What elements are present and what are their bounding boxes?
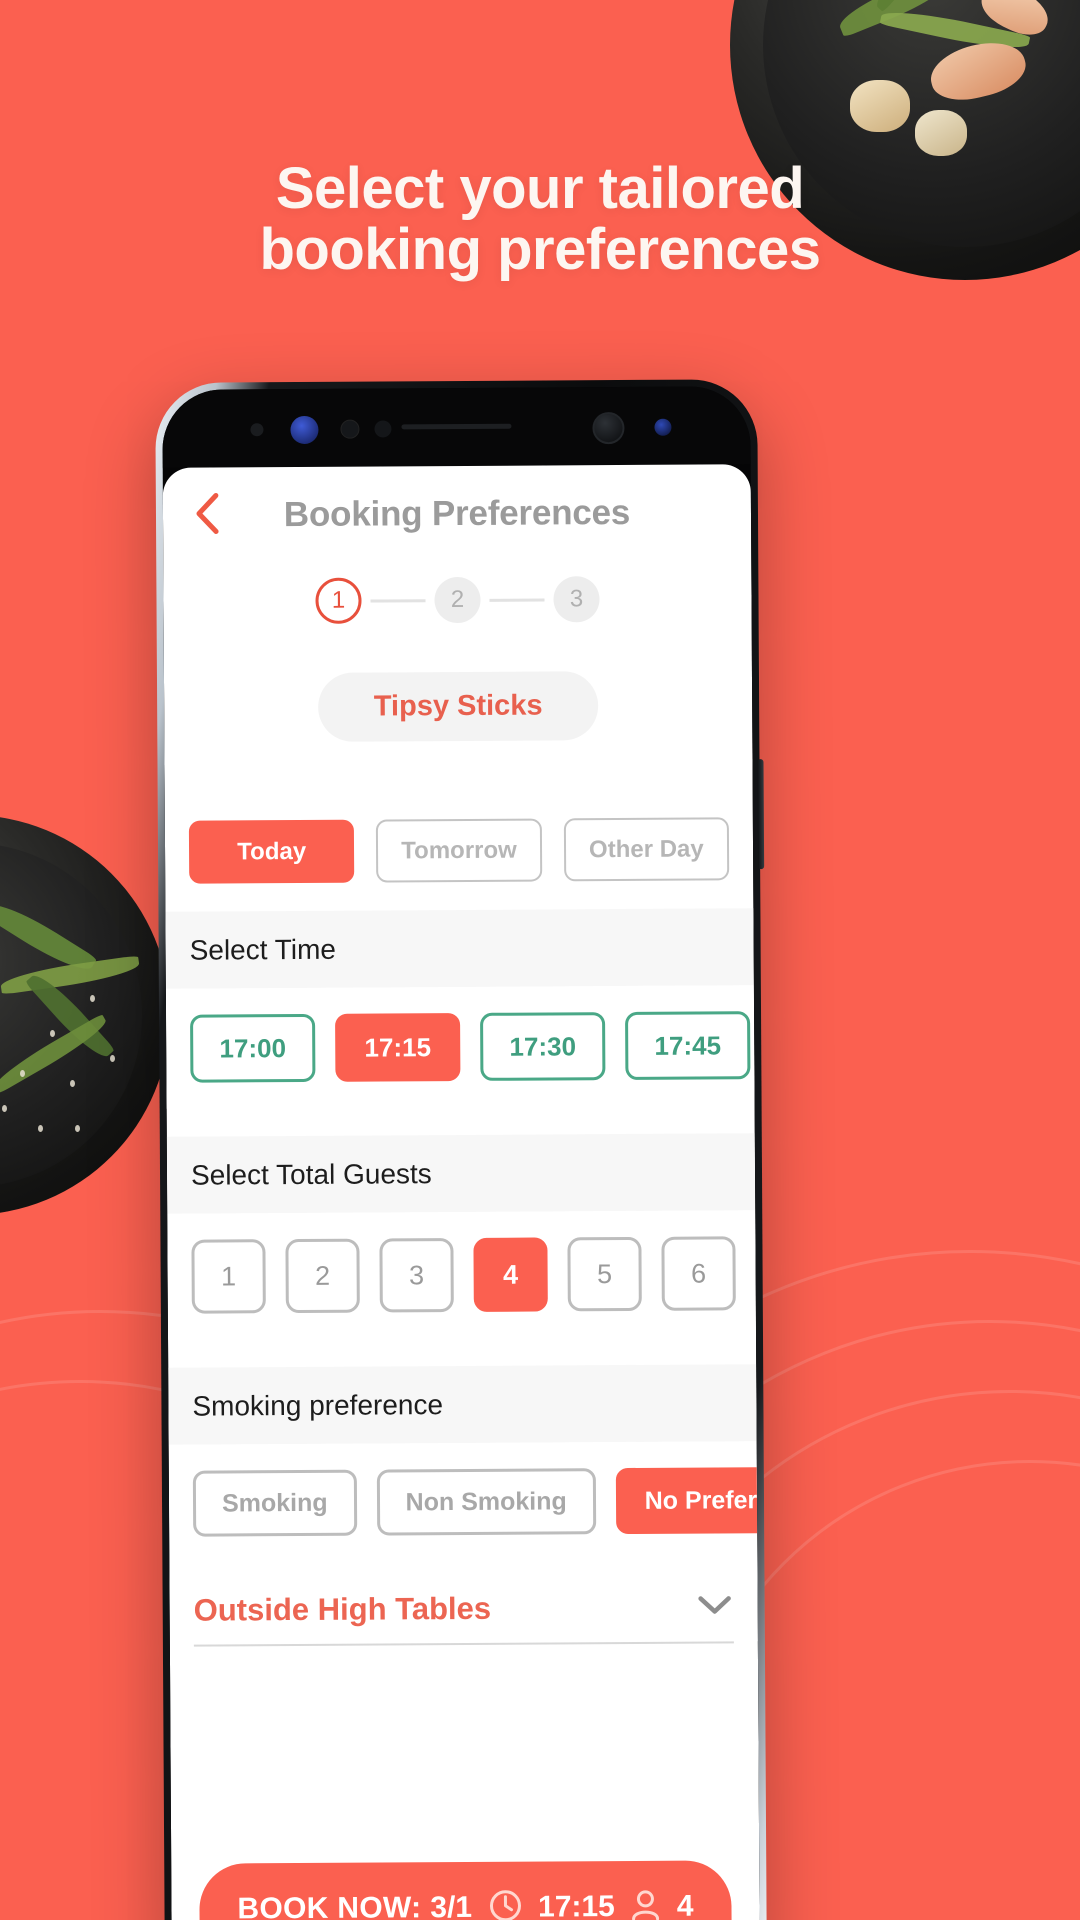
smoking-preference-row[interactable]: Smoking Non Smoking No Preference <box>168 1441 758 1563</box>
day-option-tomorrow[interactable]: Tomorrow <box>376 818 542 883</box>
stepper-step-1[interactable]: 1 <box>315 577 362 624</box>
time-slot-1715[interactable]: 17:15 <box>335 1013 461 1082</box>
stepper-step-3-label: 3 <box>569 585 584 613</box>
guest-count-5-label: 5 <box>597 1258 613 1289</box>
smoking-option-smoking-label: Smoking <box>221 1488 328 1517</box>
camera-flash-icon <box>654 418 672 436</box>
guest-count-3-label: 3 <box>409 1259 425 1290</box>
stepper-step-1-label: 1 <box>331 586 346 614</box>
phone-side-button[interactable] <box>757 759 765 870</box>
smoking-option-non-smoking-label: Non Smoking <box>405 1486 567 1516</box>
guest-count-4[interactable]: 4 <box>473 1237 548 1312</box>
time-slot-1700[interactable]: 17:00 <box>190 1013 316 1083</box>
day-option-other-day-label: Other Day <box>588 835 704 863</box>
time-slot-row[interactable]: 17:00 17:15 17:30 17:45 18:00 <box>165 985 755 1109</box>
guest-count-7[interactable]: 7 <box>755 1235 757 1311</box>
time-slot-1700-label: 17:00 <box>219 1032 287 1063</box>
book-now-label: BOOK NOW: <box>237 1891 422 1920</box>
book-now-date: 3/1 <box>430 1890 473 1920</box>
app-bar: Booking Preferences <box>163 464 752 564</box>
select-guests-header: Select Total Guests <box>166 1133 756 1214</box>
app-screen: Booking Preferences 1 2 3 Tipsy Sticks T… <box>162 464 760 1920</box>
stepper-step-3[interactable]: 3 <box>553 576 600 623</box>
smoking-option-non-smoking[interactable]: Non Smoking <box>376 1468 596 1536</box>
day-option-tomorrow-label: Tomorrow <box>401 836 517 864</box>
page-title: Booking Preferences <box>283 492 631 535</box>
day-option-other-day[interactable]: Other Day <box>563 817 730 882</box>
guest-count-6[interactable]: 6 <box>661 1236 736 1311</box>
time-slot-1715-label: 17:15 <box>364 1031 432 1063</box>
time-slot-1730-label: 17:30 <box>509 1030 577 1062</box>
day-option-today[interactable]: Today <box>188 819 355 884</box>
promo-headline-line1: Select your tailored <box>275 156 805 221</box>
book-now-time: 17:15 <box>537 1890 615 1920</box>
phone-notch-area <box>162 386 751 468</box>
light-sensor-icon <box>340 419 360 439</box>
guest-count-2-label: 2 <box>315 1260 331 1291</box>
person-icon <box>631 1887 661 1920</box>
smoking-preference-title: Smoking preference <box>192 1389 444 1422</box>
book-now-summary: 3/1 17:15 4 <box>430 1887 694 1920</box>
chevron-left-icon <box>194 492 220 539</box>
day-selector: Today Tomorrow Other Day <box>165 817 753 884</box>
promo-screenshot: Select your tailored booking preferences <box>0 0 1080 1920</box>
stepper-connector <box>489 597 545 602</box>
select-time-title: Select Time <box>189 933 337 966</box>
time-slot-1745-label: 17:45 <box>654 1029 722 1061</box>
select-guests-title: Select Total Guests <box>190 1158 432 1191</box>
smoking-option-smoking[interactable]: Smoking <box>192 1469 357 1537</box>
stepper-step-2-label: 2 <box>450 585 465 614</box>
earpiece-speaker <box>401 423 512 430</box>
promo-headline-line2: booking preferences <box>259 217 821 283</box>
book-now-button[interactable]: BOOK NOW: 3/1 17:15 4 <box>199 1860 732 1920</box>
phone-mockup: Booking Preferences 1 2 3 Tipsy Sticks T… <box>155 379 767 1920</box>
guest-count-4-label: 4 <box>503 1259 519 1290</box>
secondary-sensor-icon <box>374 420 392 438</box>
progress-stepper: 1 2 3 <box>163 560 751 640</box>
iris-scanner-icon <box>290 415 319 445</box>
venue-name-label: Tipsy Sticks <box>373 689 543 723</box>
food-plate-image <box>0 815 170 1215</box>
guest-count-2[interactable]: 2 <box>285 1238 360 1314</box>
front-camera-icon <box>592 411 625 445</box>
promo-headline: Select your tailored booking preferences <box>0 158 1080 281</box>
back-button[interactable] <box>185 492 229 539</box>
stepper-step-2[interactable]: 2 <box>434 576 481 624</box>
guest-count-6-label: 6 <box>691 1258 707 1289</box>
chevron-down-icon[interactable] <box>698 1594 732 1621</box>
smoking-option-no-preference[interactable]: No Preference <box>615 1466 758 1535</box>
phone-bezel: Booking Preferences 1 2 3 Tipsy Sticks T… <box>162 386 760 1920</box>
guest-count-1-label: 1 <box>221 1260 237 1291</box>
guest-count-3[interactable]: 3 <box>379 1238 454 1313</box>
stepper-connector <box>370 598 426 603</box>
select-time-header: Select Time <box>165 908 754 989</box>
venue-name-pill[interactable]: Tipsy Sticks <box>317 671 599 742</box>
clock-icon <box>488 1888 522 1920</box>
area-title: Outside High Tables <box>193 1590 492 1628</box>
time-slot-1745[interactable]: 17:45 <box>625 1011 751 1080</box>
guest-count-5[interactable]: 5 <box>567 1236 642 1312</box>
time-slot-1730[interactable]: 17:30 <box>480 1012 606 1081</box>
area-accordion-header[interactable]: Outside High Tables <box>169 1559 758 1645</box>
venue-pill-wrap: Tipsy Sticks <box>164 670 752 743</box>
smoking-option-no-preference-label: No Preference <box>644 1485 758 1515</box>
day-option-today-label: Today <box>237 837 307 865</box>
book-now-guests: 4 <box>676 1889 694 1920</box>
smoking-preference-header: Smoking preference <box>168 1364 757 1445</box>
guest-count-row[interactable]: 1 2 3 4 5 6 <box>167 1210 757 1340</box>
proximity-sensor-icon <box>250 423 264 437</box>
guest-count-1[interactable]: 1 <box>191 1239 266 1314</box>
